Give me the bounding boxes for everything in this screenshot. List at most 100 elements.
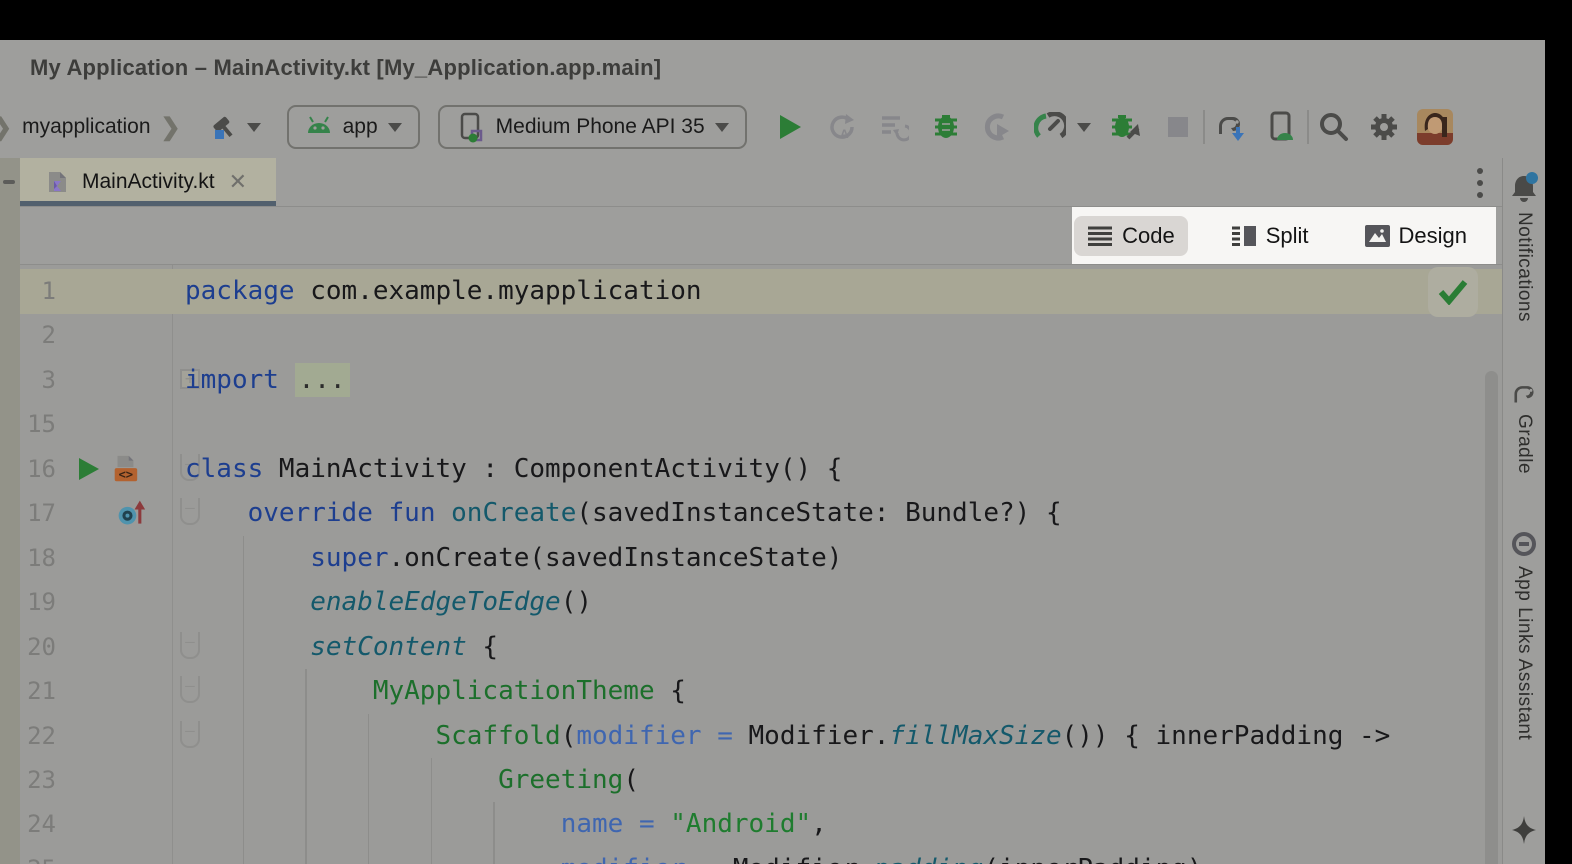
no-problems-checkmark-icon [1438,279,1468,305]
line-number: 23 [20,758,56,803]
code-text: package com.example.myapplication [185,269,702,314]
device-phone-icon [456,111,486,143]
svg-text:A: A [840,127,849,141]
line-number: 24 [20,802,56,847]
line-number: 21 [20,669,56,714]
code-text: MyApplicationTheme { [185,669,686,714]
tab-options-kebab-icon[interactable] [1476,168,1484,198]
run-config-selector[interactable]: app [287,105,420,149]
code-line-25[interactable]: 25 modifier = Modifier.padding(innerPadd… [20,847,1502,864]
right-tool-stripe: Notifications Gradle App Links Assistant [1502,158,1545,864]
code-line-19[interactable]: 19 enableEdgeToEdge() [20,580,1502,625]
debug-bug-icon[interactable] [929,110,963,144]
device-selector[interactable]: Medium Phone API 35 [438,105,747,149]
run-config-label: app [343,115,378,139]
window-title: My Application – MainActivity.kt [My_App… [30,55,661,81]
tab-close-icon[interactable]: ✕ [229,169,247,195]
settings-gear-icon[interactable] [1367,110,1401,144]
user-avatar[interactable] [1417,109,1453,145]
search-everywhere-icon[interactable] [1317,110,1351,144]
code-text: Scaffold(modifier = Modifier.fillMaxSize… [185,714,1390,759]
code-text: modifier = Modifier.padding(innerPadding… [185,847,1203,864]
breadcrumb-chevron-icon: ❯ [161,113,181,142]
collapsed-tool-icon[interactable] [3,180,15,184]
code-line-17[interactable]: 17– override fun onCreate(savedInstanceS… [20,491,1502,536]
view-mode-spotlight: Code Split Design [1072,207,1496,264]
device-manager-icon[interactable] [1265,110,1299,144]
toolbar-separator [1307,110,1309,144]
code-line-3[interactable]: 3+import ... [20,358,1502,403]
code-lines-icon [1087,225,1113,247]
code-line-21[interactable]: 21– MyApplicationTheme { [20,669,1502,714]
apply-changes-restart-icon: A [825,110,859,144]
code-text: setContent { [185,625,498,670]
toolbar-separator [1203,110,1205,144]
device-selector-label: Medium Phone API 35 [496,115,705,139]
editor-tab-bar: MainActivity.kt ✕ [20,158,1502,207]
code-text: class MainActivity : ComponentActivity()… [185,447,842,492]
code-editor[interactable]: 1package com.example.myapplication23+imp… [20,265,1502,864]
code-text: override fun onCreate(savedInstanceState… [185,491,1062,536]
line-number: 16 [20,447,56,492]
line-number: 25 [20,847,56,864]
run-button[interactable] [773,110,807,144]
build-hammer-icon[interactable] [205,110,239,144]
line-number: 15 [20,402,56,447]
view-mode-split-button[interactable]: Split [1218,216,1322,256]
attach-debugger-icon [981,110,1015,144]
code-line-23[interactable]: 23 Greeting( [20,758,1502,803]
run-gutter-icon[interactable] [74,454,104,484]
code-text: enableEdgeToEdge() [185,580,592,625]
code-line-2[interactable]: 2 [20,313,1502,358]
code-text: super.onCreate(savedInstanceState) [185,536,842,581]
editor-scrollbar[interactable] [1485,371,1498,864]
stripe-label: Gradle [1513,414,1535,474]
android-head-icon [305,115,333,139]
code-line-24[interactable]: 24 name = "Android", [20,802,1502,847]
stripe-label: App Links Assistant [1513,566,1535,740]
line-number: 18 [20,536,56,581]
code-text: import ... [185,358,350,403]
code-line-1[interactable]: 1package com.example.myapplication [20,269,1502,314]
android-studio-window: My Application – MainActivity.kt [My_App… [0,40,1545,864]
stripe-item-app-links[interactable]: App Links Assistant [1510,530,1538,740]
line-number: 19 [20,580,56,625]
svg-text:<>: <> [118,467,133,481]
stripe-label: Notifications [1513,212,1535,322]
code-line-15[interactable]: 15 [20,402,1502,447]
split-view-icon [1231,225,1257,247]
profiler-gauge-icon[interactable] [1033,110,1067,144]
stripe-item-gradle[interactable]: Gradle [1508,380,1540,474]
view-mode-design-button[interactable]: Design [1352,216,1480,256]
stripe-item-notifications[interactable]: Notifications [1509,172,1539,322]
inspections-widget[interactable] [1428,267,1478,317]
tab-label: MainActivity.kt [82,170,215,194]
code-line-20[interactable]: 20– setContent { [20,625,1502,670]
view-mode-code-button[interactable]: Code [1074,216,1188,256]
gemini-sparkle-icon[interactable] [1511,815,1537,850]
code-text: Greeting( [185,758,639,803]
screenshot-stage: My Application – MainActivity.kt [My_App… [0,0,1572,864]
line-number: 20 [20,625,56,670]
code-line-22[interactable]: 22– Scaffold(modifier = Modifier.fillMax… [20,714,1502,759]
left-tool-stripe [0,158,20,864]
code-text: name = "Android", [185,802,827,847]
build-dropdown-caret-icon[interactable] [247,123,261,132]
sync-gradle-icon[interactable] [1213,110,1247,144]
override-method-gutter-icon[interactable] [116,498,146,528]
breadcrumb-project[interactable]: myapplication [22,115,150,139]
window-title-bar: My Application – MainActivity.kt [My_App… [0,40,1545,96]
debug-rerun-icon[interactable] [1109,110,1143,144]
code-line-18[interactable]: 18 super.onCreate(savedInstanceState) [20,536,1502,581]
device-selector-caret-icon [715,123,729,132]
breadcrumb-chevron-icon: ❯ [0,113,12,142]
tab-mainactivity[interactable]: MainActivity.kt ✕ [20,158,276,206]
view-mode-code-label: Code [1122,223,1175,249]
android-component-gutter-icon[interactable]: <> [110,454,140,484]
stop-button-icon [1161,110,1195,144]
kotlin-file-icon [44,168,70,196]
profiler-caret-icon[interactable] [1077,123,1091,132]
code-line-16[interactable]: 16<>–class MainActivity : ComponentActiv… [20,447,1502,492]
view-mode-split-label: Split [1266,223,1309,249]
apply-code-changes-icon [877,110,911,144]
